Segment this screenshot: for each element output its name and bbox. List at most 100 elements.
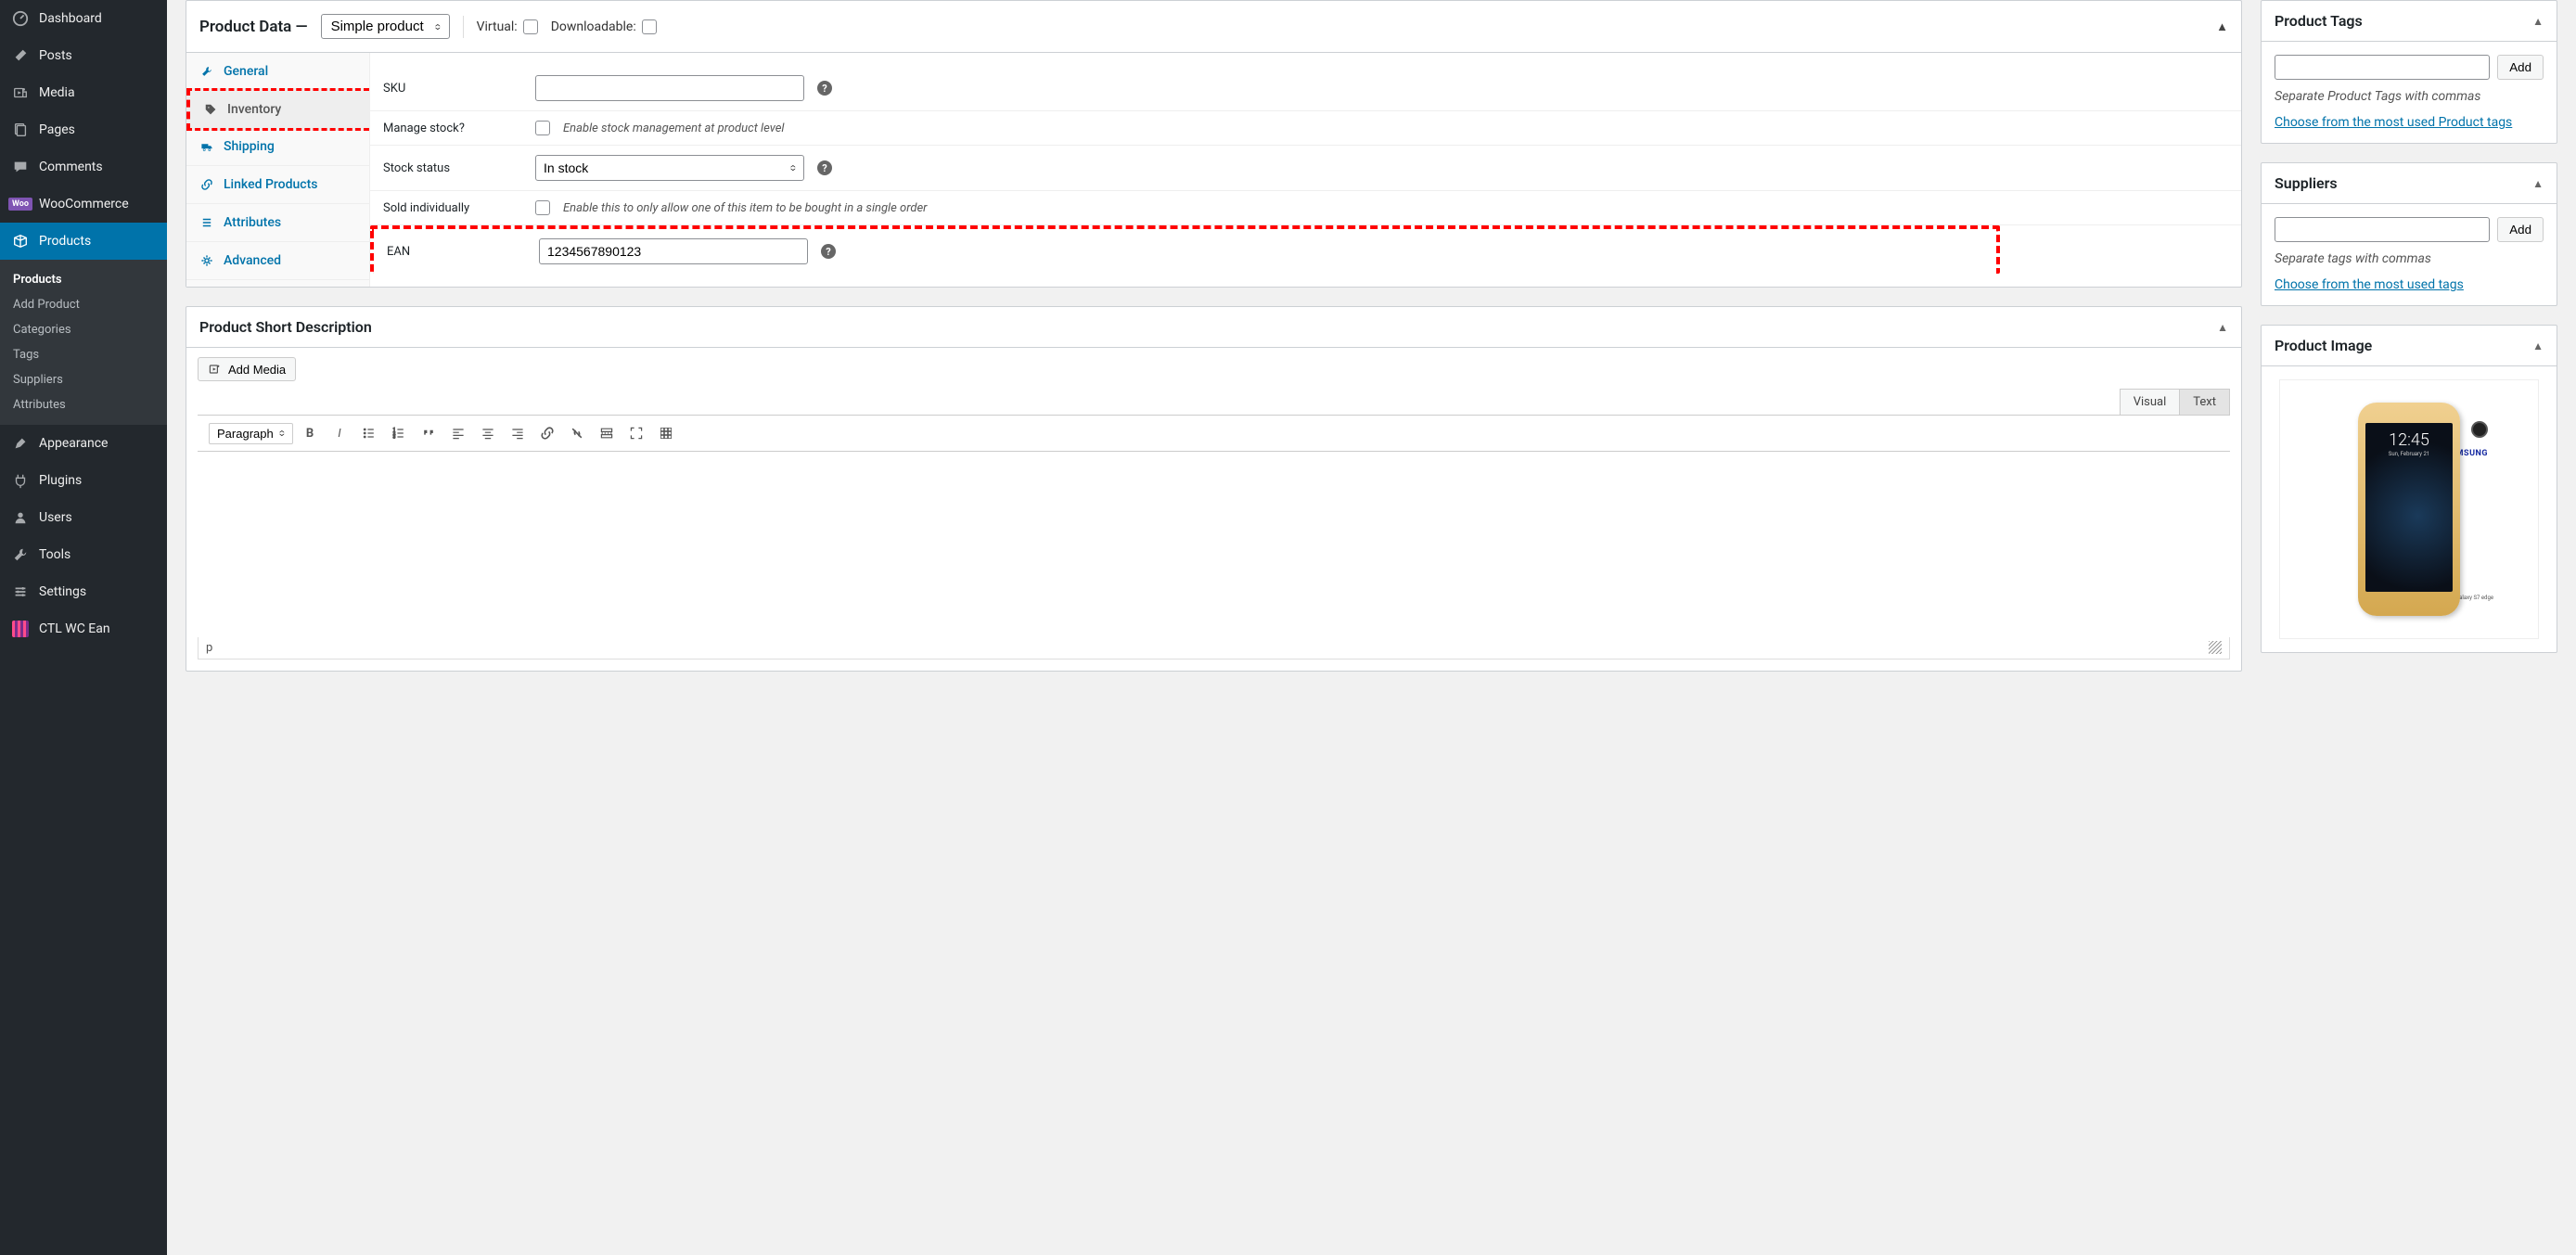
tab-inventory[interactable]: Inventory bbox=[186, 88, 369, 131]
add-media-button[interactable]: Add Media bbox=[198, 357, 296, 381]
link-icon bbox=[199, 177, 214, 192]
sidebar-item-settings[interactable]: Settings bbox=[0, 573, 167, 610]
sidebar-item-products[interactable]: Products bbox=[0, 223, 167, 260]
virtual-checkbox[interactable] bbox=[523, 19, 538, 34]
media-icon bbox=[11, 83, 30, 102]
sidebar-item-posts[interactable]: Posts bbox=[0, 37, 167, 74]
sidebar-submenu: Products Add Product Categories Tags Sup… bbox=[0, 260, 167, 425]
sidebar-sub-attributes[interactable]: Attributes bbox=[0, 392, 167, 417]
sidebar-item-tools[interactable]: Tools bbox=[0, 536, 167, 573]
ean-label: EAN bbox=[387, 245, 526, 259]
downloadable-checkbox-label[interactable]: Downloadable: bbox=[551, 19, 657, 34]
sidebar-item-appearance[interactable]: Appearance bbox=[0, 425, 167, 462]
ean-row-highlight: EAN ? bbox=[370, 225, 2000, 274]
sold-individually-checkbox[interactable] bbox=[535, 200, 550, 215]
short-desc-title: Product Short Description bbox=[199, 318, 372, 336]
product-tags-title: Product Tags bbox=[2275, 12, 2363, 30]
product-image[interactable]: SAMSUNG Galaxy S7 edge 12:45 Sun, Februa… bbox=[2279, 379, 2539, 639]
collapse-icon[interactable]: ▲ bbox=[2217, 321, 2228, 334]
sidebar-item-label: Plugins bbox=[39, 473, 82, 488]
align-center-button[interactable] bbox=[475, 421, 501, 445]
help-icon[interactable]: ? bbox=[817, 81, 832, 96]
media-icon bbox=[208, 362, 223, 377]
sidebar-item-ctl-wc-ean[interactable]: CTL WC Ean bbox=[0, 610, 167, 647]
virtual-checkbox-label[interactable]: Virtual: bbox=[477, 19, 538, 34]
manage-stock-checkbox[interactable] bbox=[535, 121, 550, 135]
product-data-tabs: General Inventory Shipping Linked P bbox=[186, 53, 370, 287]
suppliers-input[interactable] bbox=[2275, 217, 2490, 242]
sold-individually-label: Sold individually bbox=[383, 201, 522, 215]
product-data-panel: Product Data — Simple product Virtual: D… bbox=[186, 0, 2242, 288]
comments-icon bbox=[11, 158, 30, 176]
manage-stock-hint: Enable stock management at product level bbox=[563, 122, 784, 135]
format-select[interactable]: Paragraph bbox=[209, 423, 293, 444]
sidebar-sub-tags[interactable]: Tags bbox=[0, 342, 167, 367]
collapse-icon[interactable]: ▲ bbox=[2532, 15, 2544, 28]
downloadable-checkbox[interactable] bbox=[642, 19, 657, 34]
suppliers-link[interactable]: Choose from the most used tags bbox=[2275, 277, 2464, 292]
link-button[interactable] bbox=[534, 421, 560, 445]
align-left-button[interactable] bbox=[445, 421, 471, 445]
help-icon[interactable]: ? bbox=[817, 160, 832, 175]
sidebar-item-label: Posts bbox=[39, 48, 72, 63]
bullet-list-button[interactable] bbox=[356, 421, 382, 445]
tab-general[interactable]: General bbox=[186, 53, 369, 91]
collapse-icon[interactable]: ▲ bbox=[2532, 177, 2544, 190]
sidebar-item-media[interactable]: Media bbox=[0, 74, 167, 111]
resize-handle-icon[interactable] bbox=[2209, 641, 2222, 654]
sidebar-item-pages[interactable]: Pages bbox=[0, 111, 167, 148]
product-image-title: Product Image bbox=[2275, 337, 2372, 354]
align-right-button[interactable] bbox=[505, 421, 531, 445]
ean-input[interactable] bbox=[539, 238, 808, 264]
stock-status-select[interactable]: In stock bbox=[535, 155, 804, 181]
sidebar-sub-add-product[interactable]: Add Product bbox=[0, 292, 167, 317]
collapse-icon[interactable]: ▲ bbox=[2216, 19, 2228, 34]
tab-shipping[interactable]: Shipping bbox=[186, 128, 369, 166]
product-type-select[interactable]: Simple product bbox=[321, 14, 450, 39]
sidebar-item-dashboard[interactable]: Dashboard bbox=[0, 0, 167, 37]
sidebar-sub-categories[interactable]: Categories bbox=[0, 317, 167, 342]
italic-button[interactable]: I bbox=[327, 421, 352, 445]
sidebar-item-label: Pages bbox=[39, 122, 75, 137]
sidebar-item-plugins[interactable]: Plugins bbox=[0, 462, 167, 499]
numbered-list-button[interactable]: 123 bbox=[386, 421, 412, 445]
inventory-fields: SKU ? Manage stock? Enable stock managem… bbox=[370, 53, 2241, 287]
editor-tab-visual[interactable]: Visual bbox=[2120, 389, 2181, 415]
quote-button[interactable] bbox=[416, 421, 442, 445]
sku-label: SKU bbox=[383, 82, 522, 96]
admin-sidebar: Dashboard Posts Media Pages Comments Woo… bbox=[0, 0, 167, 1255]
svg-text:3: 3 bbox=[393, 435, 396, 441]
product-tags-link[interactable]: Choose from the most used Product tags bbox=[2275, 115, 2512, 130]
sidebar-item-label: Dashboard bbox=[39, 11, 102, 26]
sidebar-item-label: Tools bbox=[39, 547, 70, 562]
fullscreen-button[interactable] bbox=[623, 421, 649, 445]
suppliers-add-button[interactable]: Add bbox=[2497, 217, 2544, 242]
suppliers-panel: Suppliers ▲ Add Separate tags with comma… bbox=[2261, 162, 2557, 306]
bold-button[interactable]: B bbox=[297, 421, 323, 445]
list-icon bbox=[199, 215, 214, 230]
help-icon[interactable]: ? bbox=[821, 244, 836, 259]
product-tags-panel: Product Tags ▲ Add Separate Product Tags… bbox=[2261, 0, 2557, 144]
sidebar-item-comments[interactable]: Comments bbox=[0, 148, 167, 186]
tab-attributes[interactable]: Attributes bbox=[186, 204, 369, 242]
product-tags-input[interactable] bbox=[2275, 55, 2490, 80]
sku-input[interactable] bbox=[535, 75, 804, 101]
stock-status-label: Stock status bbox=[383, 161, 522, 175]
sidebar-item-users[interactable]: Users bbox=[0, 499, 167, 536]
tag-icon bbox=[203, 102, 218, 117]
sidebar-item-woocommerce[interactable]: Woo WooCommerce bbox=[0, 186, 167, 223]
read-more-button[interactable] bbox=[594, 421, 620, 445]
editor-tab-text[interactable]: Text bbox=[2179, 389, 2230, 415]
sidebar-sub-suppliers[interactable]: Suppliers bbox=[0, 367, 167, 392]
collapse-icon[interactable]: ▲ bbox=[2532, 339, 2544, 352]
editor-content[interactable] bbox=[198, 452, 2230, 637]
product-tags-add-button[interactable]: Add bbox=[2497, 55, 2544, 80]
sidebar-item-label: Comments bbox=[39, 160, 103, 174]
sidebar-sub-products[interactable]: Products bbox=[0, 267, 167, 292]
gear-icon bbox=[199, 253, 214, 268]
tab-linked-products[interactable]: Linked Products bbox=[186, 166, 369, 204]
truck-icon bbox=[199, 139, 214, 154]
toolbar-toggle-button[interactable] bbox=[653, 421, 679, 445]
tab-advanced[interactable]: Advanced bbox=[186, 242, 369, 280]
unlink-button[interactable] bbox=[564, 421, 590, 445]
